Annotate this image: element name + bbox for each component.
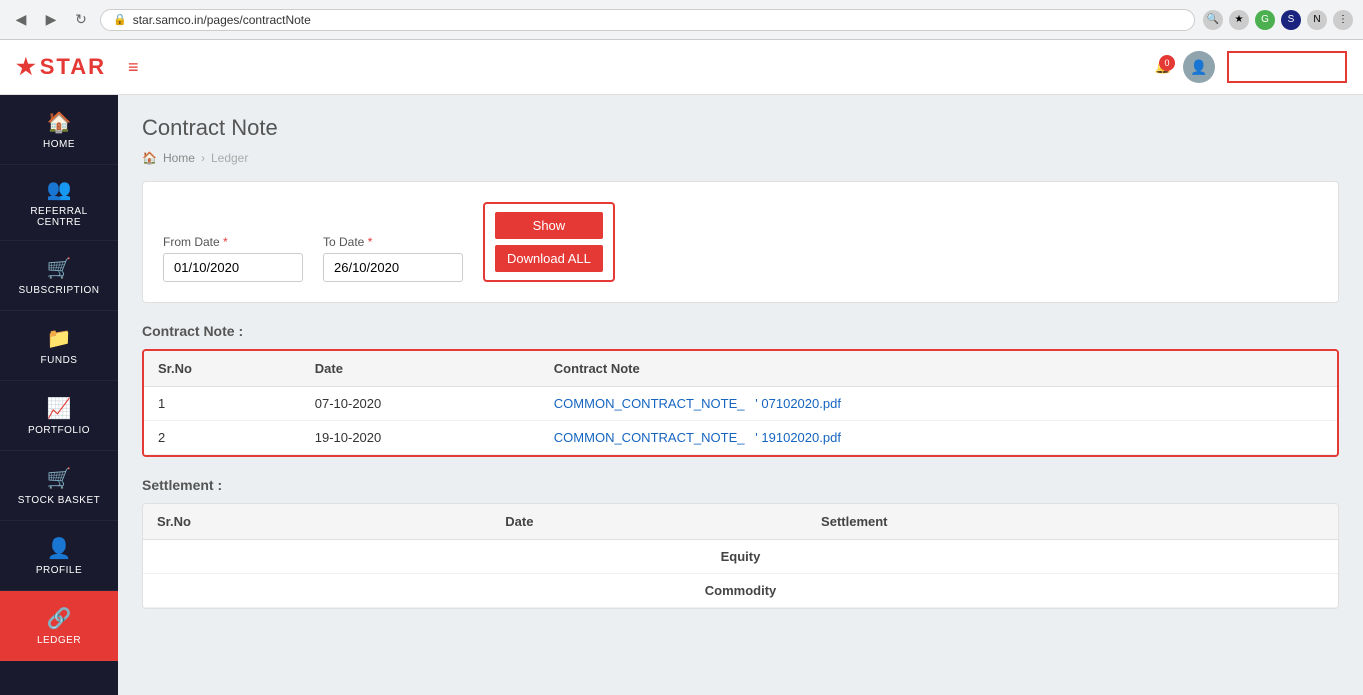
from-date-input[interactable]: [163, 253, 303, 282]
portfolio-icon: 📈: [47, 396, 72, 421]
logo-text: STAR: [40, 54, 106, 80]
user-avatar: 👤: [1183, 51, 1215, 83]
logo-area: ★ STAR ≡: [16, 54, 139, 80]
browser-actions: 🔍 ★ G S N ⋮: [1203, 10, 1353, 30]
from-date-group: From Date *: [163, 235, 303, 282]
sidebar-item-subscription[interactable]: 🛒 SUBSCRIPTION: [0, 241, 118, 311]
top-nav-right: 🔔 0 👤: [1155, 51, 1347, 83]
row2-date: 19-10-2020: [301, 421, 540, 455]
sidebar-item-profile[interactable]: 👤 PROFILE: [0, 521, 118, 591]
funds-icon: 📁: [47, 326, 72, 351]
row1-file[interactable]: COMMON_CONTRACT_NOTE_ ' 07102020.pdf: [540, 387, 1337, 421]
settlement-table-card: Sr.No Date Settlement Equity Commodity: [142, 503, 1339, 609]
table-row: 2 19-10-2020 COMMON_CONTRACT_NOTE_ ' 191…: [144, 421, 1337, 455]
notification-badge: 0: [1159, 55, 1175, 71]
table-row: 1 07-10-2020 COMMON_CONTRACT_NOTE_ ' 071…: [144, 387, 1337, 421]
hamburger-icon[interactable]: ≡: [128, 57, 139, 78]
sidebar-item-ledger[interactable]: 🔗 LEDGER: [0, 591, 118, 661]
logo-star-icon: ★: [16, 54, 36, 80]
commodity-label: Commodity: [143, 574, 1338, 608]
user-name-box[interactable]: [1227, 51, 1347, 83]
settlement-title: Settlement :: [142, 477, 1339, 493]
show-button[interactable]: Show: [495, 212, 603, 239]
form-row: From Date * To Date * Show: [163, 202, 1318, 282]
sidebar: 🏠 HOME 👥 REFERRAL CENTRE 🛒 SUBSCRIPTION …: [0, 95, 118, 695]
sidebar-item-referral[interactable]: 👥 REFERRAL CENTRE: [0, 165, 118, 241]
contract-note-table: Sr.No Date Contract Note 1 07-10-2020 CO…: [144, 351, 1337, 455]
col-srno: Sr.No: [144, 351, 301, 387]
row2-file[interactable]: COMMON_CONTRACT_NOTE_ ' 19102020.pdf: [540, 421, 1337, 455]
address-bar[interactable]: 🔒 star.samco.in/pages/contractNote: [100, 9, 1195, 31]
sidebar-label-funds: FUNDS: [41, 355, 78, 366]
s-col-settlement: Settlement: [807, 504, 1338, 540]
equity-row: Equity: [143, 540, 1338, 574]
download-all-button[interactable]: Download ALL: [495, 245, 603, 272]
sidebar-label-referral: REFERRAL CENTRE: [8, 206, 110, 228]
s-col-srno: Sr.No: [143, 504, 491, 540]
sidebar-label-subscription: SUBSCRIPTION: [18, 285, 99, 296]
contract-note-table-card: Sr.No Date Contract Note 1 07-10-2020 CO…: [142, 349, 1339, 457]
search-icon[interactable]: 🔍: [1203, 10, 1223, 30]
breadcrumb: 🏠 Home › Ledger: [142, 151, 1339, 165]
sidebar-label-stock-basket: STOCK BASKET: [18, 495, 101, 506]
extension-icon-3[interactable]: N: [1307, 10, 1327, 30]
breadcrumb-home-link[interactable]: Home: [163, 151, 195, 165]
main-area: 🏠 HOME 👥 REFERRAL CENTRE 🛒 SUBSCRIPTION …: [0, 95, 1363, 695]
reload-button[interactable]: ↻: [70, 9, 92, 31]
back-button[interactable]: ◀: [10, 9, 32, 31]
bookmark-icon[interactable]: ★: [1229, 10, 1249, 30]
sidebar-item-portfolio[interactable]: 📈 PORTFOLIO: [0, 381, 118, 451]
logo: ★ STAR: [16, 54, 106, 80]
breadcrumb-arrow: ›: [201, 151, 205, 165]
subscription-icon: 🛒: [47, 256, 72, 281]
row1-srno: 1: [144, 387, 301, 421]
breadcrumb-current: Ledger: [211, 151, 248, 165]
row2-srno: 2: [144, 421, 301, 455]
contract-note-header-row: Sr.No Date Contract Note: [144, 351, 1337, 387]
menu-icon[interactable]: ⋮: [1333, 10, 1353, 30]
home-icon: 🏠: [47, 110, 72, 135]
contract-note-title: Contract Note :: [142, 323, 1339, 339]
settlement-header-row: Sr.No Date Settlement: [143, 504, 1338, 540]
content-area: Contract Note 🏠 Home › Ledger From Date …: [118, 95, 1363, 695]
notification-bell[interactable]: 🔔 0: [1155, 59, 1171, 75]
contract-note-section: Contract Note : Sr.No Date Contract Note: [142, 323, 1339, 457]
sidebar-label-ledger: LEDGER: [37, 635, 81, 646]
sidebar-label-portfolio: PORTFOLIO: [28, 425, 90, 436]
col-date: Date: [301, 351, 540, 387]
browser-chrome: ◀ ▶ ↻ 🔒 star.samco.in/pages/contractNote…: [0, 0, 1363, 40]
s-col-date: Date: [491, 504, 807, 540]
sidebar-item-home[interactable]: 🏠 HOME: [0, 95, 118, 165]
page-title: Contract Note: [142, 115, 1339, 141]
settlement-section: Settlement : Sr.No Date Settlement: [142, 477, 1339, 609]
sidebar-item-stock-basket[interactable]: 🛒 STOCK BASKET: [0, 451, 118, 521]
row1-date: 07-10-2020: [301, 387, 540, 421]
app-container: ★ STAR ≡ 🔔 0 👤 🏠 HOME 👥 REFERRAL CENTRE: [0, 40, 1363, 695]
profile-icon: 👤: [47, 536, 72, 561]
equity-label: Equity: [143, 540, 1338, 574]
extension-icon-2[interactable]: S: [1281, 10, 1301, 30]
to-date-input[interactable]: [323, 253, 463, 282]
stock-basket-icon: 🛒: [47, 466, 72, 491]
col-contract-note: Contract Note: [540, 351, 1337, 387]
settlement-table: Sr.No Date Settlement Equity Commodity: [143, 504, 1338, 608]
sidebar-item-funds[interactable]: 📁 FUNDS: [0, 311, 118, 381]
filter-form-card: From Date * To Date * Show: [142, 181, 1339, 303]
url-text: star.samco.in/pages/contractNote: [133, 13, 311, 27]
lock-icon: 🔒: [113, 13, 127, 26]
from-date-label: From Date *: [163, 235, 303, 249]
sidebar-label-profile: PROFILE: [36, 565, 82, 576]
action-buttons-group: Show Download ALL: [483, 202, 615, 282]
to-date-label: To Date *: [323, 235, 463, 249]
top-navbar: ★ STAR ≡ 🔔 0 👤: [0, 40, 1363, 95]
sidebar-label-home: HOME: [43, 139, 75, 150]
referral-icon: 👥: [47, 177, 72, 202]
commodity-row: Commodity: [143, 574, 1338, 608]
forward-button[interactable]: ▶: [40, 9, 62, 31]
to-date-group: To Date *: [323, 235, 463, 282]
ledger-icon: 🔗: [47, 606, 72, 631]
extension-icon-1[interactable]: G: [1255, 10, 1275, 30]
breadcrumb-home-icon: 🏠: [142, 151, 157, 165]
